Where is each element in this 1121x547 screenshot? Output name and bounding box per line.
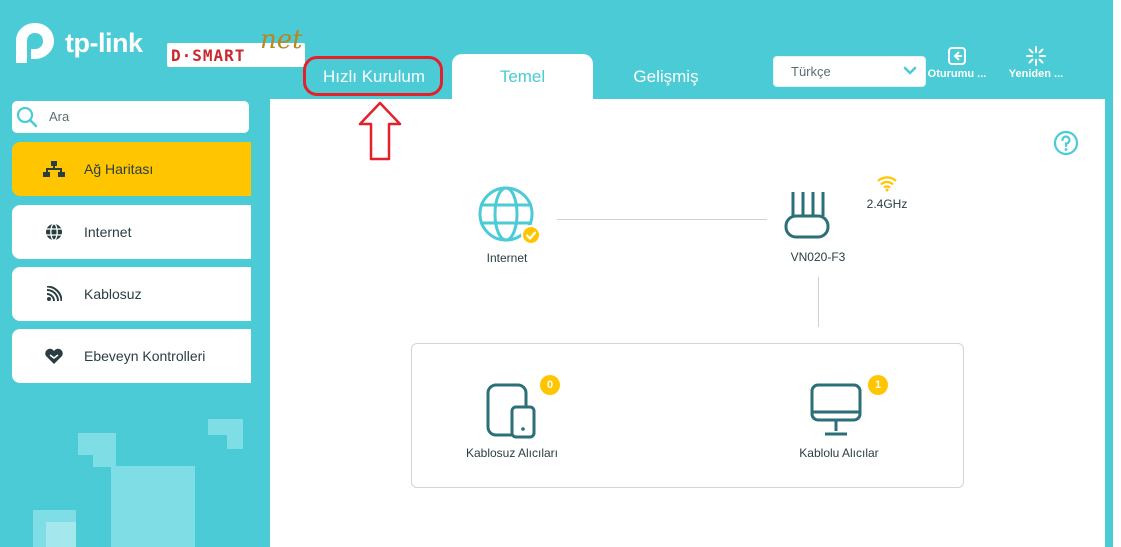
wired-clients-count-badge: 1 — [868, 375, 888, 395]
app-frame: tp-link D·SMART net Hızlı Kurulum Temel … — [0, 0, 1113, 547]
connection-line — [557, 219, 767, 220]
help-icon[interactable] — [1053, 130, 1079, 156]
tp-link-logo: tp-link — [11, 18, 143, 68]
decorative-shape — [46, 522, 76, 547]
network-map-icon — [41, 159, 67, 179]
logout-button[interactable]: Oturumu ... — [926, 46, 988, 92]
search-icon — [16, 106, 38, 128]
sidebar-item-internet[interactable]: Internet — [12, 205, 251, 259]
quick-setup-highlight — [303, 56, 443, 96]
wifi-signal-icon — [877, 176, 897, 192]
wired-clients-label: Kablolu Alıcılar — [799, 446, 879, 460]
search-placeholder: Ara — [49, 109, 70, 124]
tp-link-logo-icon — [16, 23, 54, 63]
tab-advanced[interactable]: Gelişmiş — [606, 54, 726, 99]
reboot-icon — [1026, 46, 1046, 66]
brand-name: tp-link — [65, 27, 143, 58]
router-icon[interactable] — [783, 190, 831, 240]
logout-icon — [948, 47, 966, 65]
sidebar-item-label: Ağ Haritası — [84, 161, 154, 177]
search-field[interactable]: Ara — [12, 101, 249, 133]
globe-icon — [41, 222, 67, 242]
language-value: Türkçe — [791, 64, 831, 79]
reboot-label: Yeniden ... — [1008, 68, 1064, 80]
decorative-shape — [208, 419, 243, 435]
partner-logo: D·SMART net — [167, 25, 305, 67]
arrow-up-icon — [358, 101, 402, 161]
wired-clients-icon[interactable] — [810, 381, 864, 439]
decorative-shape — [78, 433, 116, 455]
window-edge — [1113, 0, 1121, 547]
partner-name: D·SMART — [171, 46, 246, 65]
internet-label: Internet — [486, 251, 528, 265]
heart-icon — [41, 346, 67, 366]
sidebar-item-label: Internet — [84, 224, 132, 240]
decorative-shape — [111, 466, 195, 547]
sidebar-item-network-map[interactable]: Ağ Haritası — [12, 142, 251, 196]
tab-basic[interactable]: Temel — [452, 54, 593, 99]
chevron-down-icon — [903, 66, 917, 75]
wireless-clients-label: Kablosuz Alıcıları — [465, 446, 559, 460]
language-select[interactable]: Türkçe — [773, 56, 926, 87]
sidebar-item-parental-controls[interactable]: Ebeveyn Kontrolleri — [12, 329, 251, 383]
connection-line — [818, 277, 819, 327]
logout-label: Oturumu ... — [927, 68, 987, 80]
wireless-clients-count-badge: 0 — [540, 375, 560, 395]
sidebar-item-label: Ebeveyn Kontrolleri — [84, 348, 206, 364]
wifi-icon — [41, 284, 67, 304]
decorative-shape — [227, 435, 243, 449]
sidebar-item-wireless[interactable]: Kablosuz — [12, 267, 251, 321]
internet-globe-icon[interactable] — [477, 185, 541, 247]
router-label: VN020-F3 — [790, 250, 846, 264]
reboot-button[interactable]: Yeniden ... — [1005, 46, 1067, 92]
wireless-clients-icon[interactable] — [486, 383, 540, 439]
sidebar-item-label: Kablosuz — [84, 286, 142, 302]
partner-suffix: net — [260, 25, 303, 55]
band-label: 2.4GHz — [866, 197, 908, 211]
